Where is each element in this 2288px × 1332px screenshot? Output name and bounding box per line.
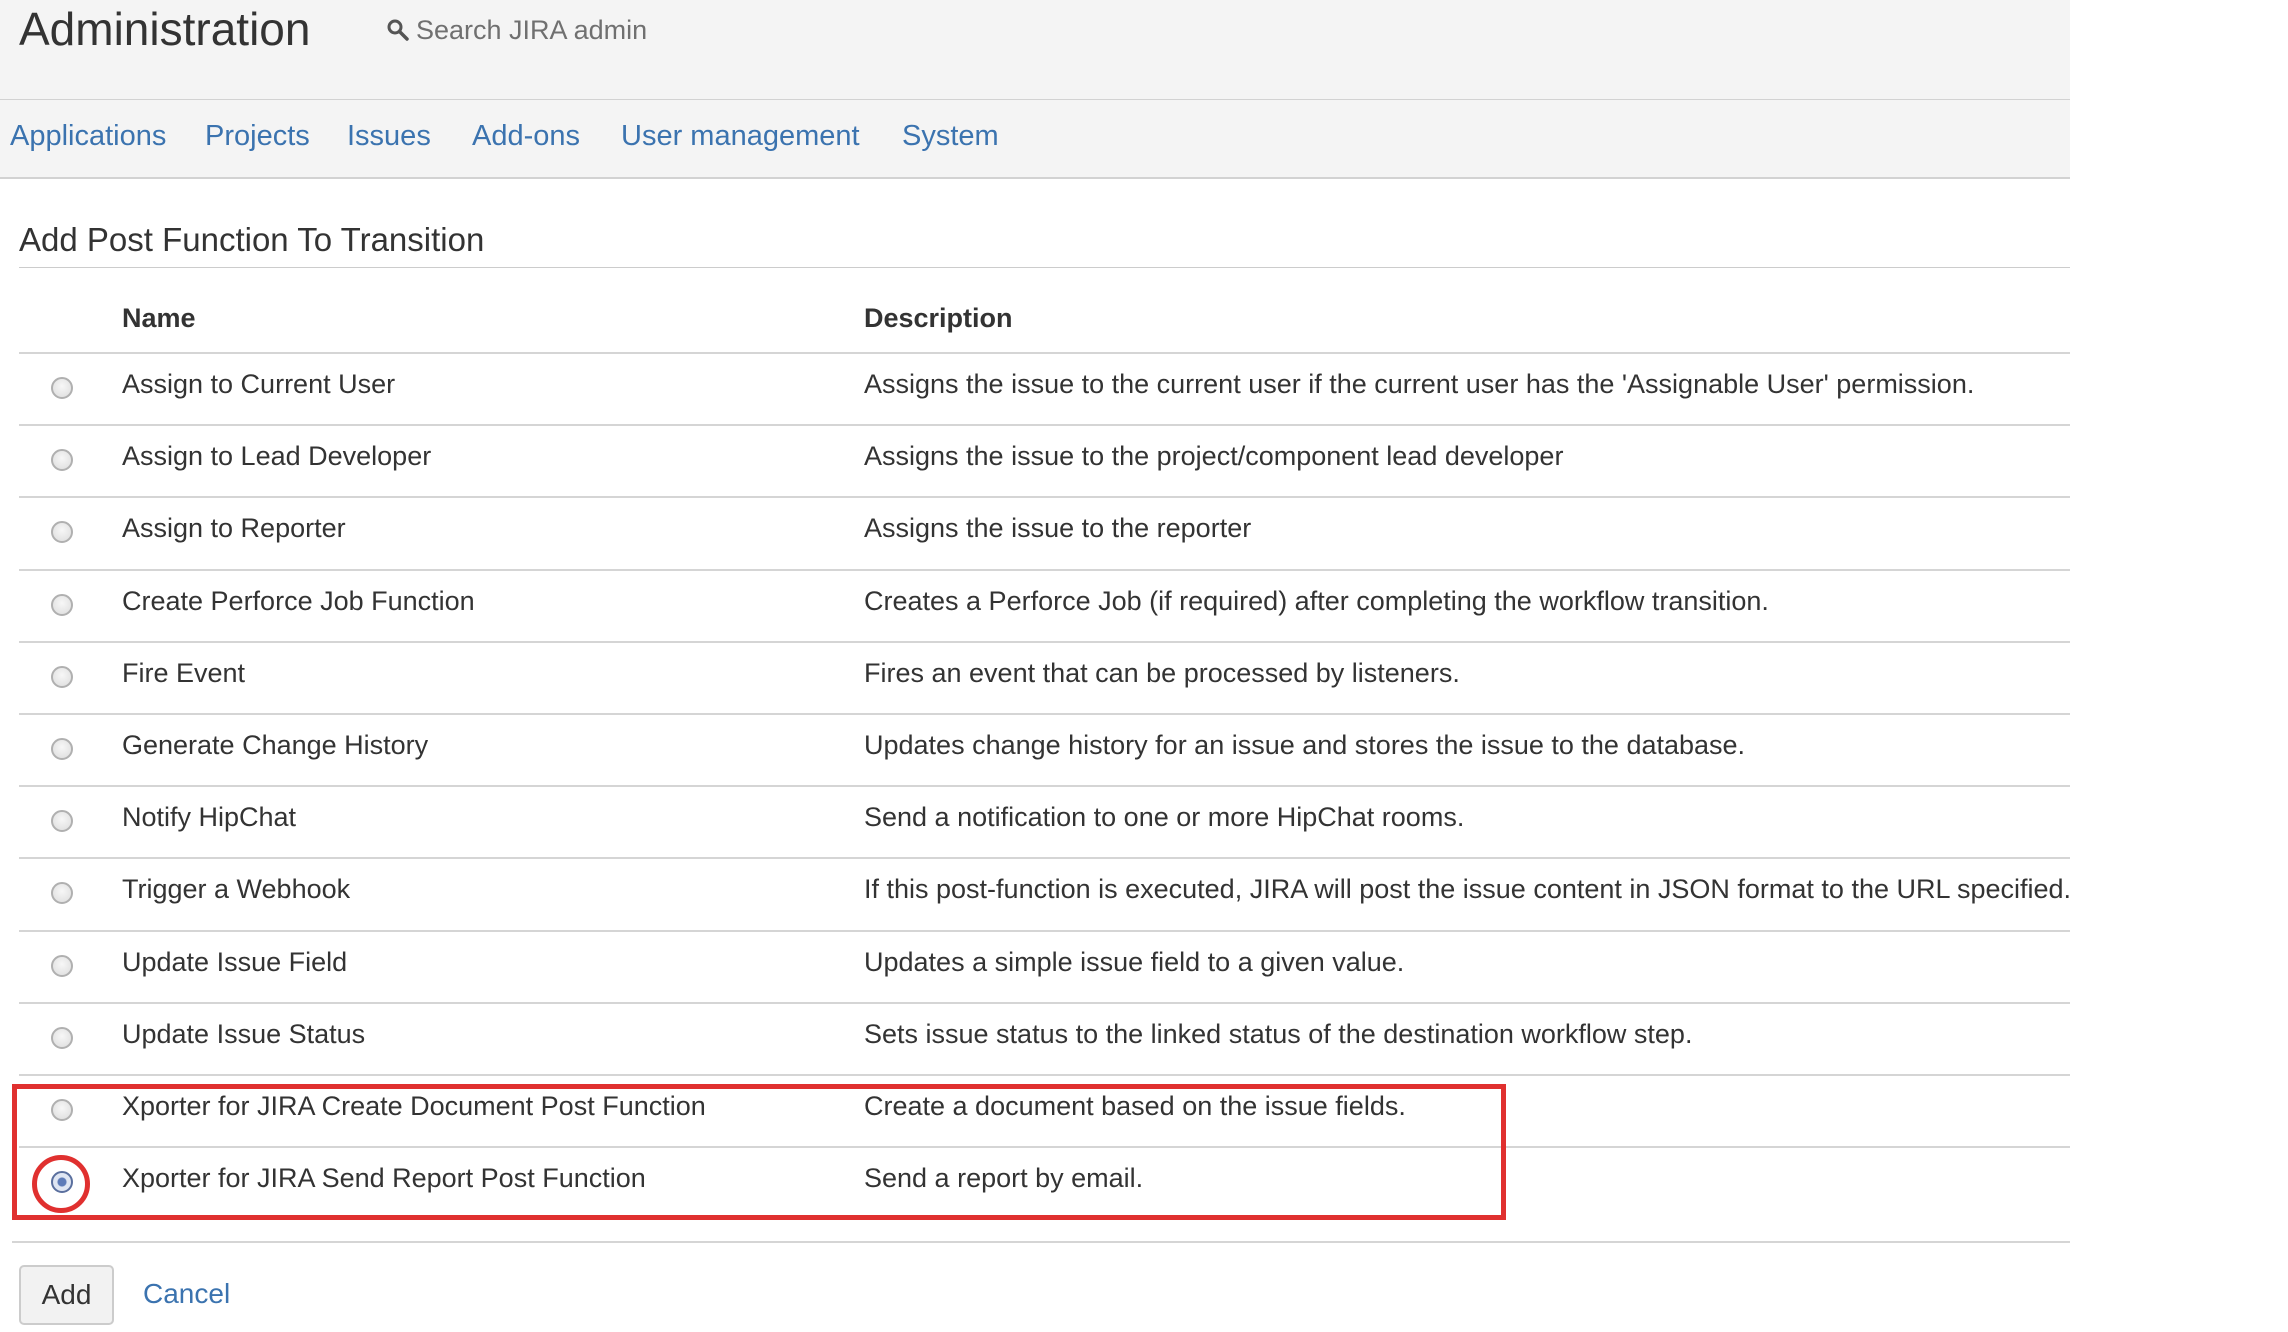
post-function-radio[interactable]: [51, 1099, 73, 1121]
admin-search[interactable]: Search JIRA admin: [386, 10, 647, 50]
table-row[interactable]: Update Issue Field Updates a simple issue…: [19, 930, 2070, 1002]
title-divider: [19, 267, 2070, 268]
post-function-name: Trigger a Webhook: [122, 874, 351, 904]
post-function-name: Assign to Current User: [122, 369, 396, 399]
table-row[interactable]: Create Perforce Job Function Creates a Pe…: [19, 569, 2070, 641]
search-icon: [387, 19, 409, 41]
row-divider: [19, 569, 2070, 571]
table-row[interactable]: Assign to Reporter Assigns the issue to t…: [19, 496, 2070, 568]
post-function-description: Assigns the issue to the current user if…: [864, 369, 1975, 399]
post-function-radio[interactable]: [51, 666, 73, 688]
nav-issues[interactable]: Issues: [347, 120, 431, 153]
post-function-name: Update Issue Field: [122, 947, 348, 977]
post-function-name: Xporter for JIRA Create Document Post Fu…: [122, 1091, 706, 1121]
column-header-name: Name: [122, 303, 196, 333]
column-header-description: Description: [864, 303, 1013, 333]
page-title: Add Post Function To Transition: [19, 221, 485, 258]
admin-title: Administration: [19, 3, 311, 55]
cancel-link[interactable]: Cancel: [143, 1278, 230, 1310]
post-function-radio[interactable]: [51, 955, 73, 977]
nav-applications[interactable]: Applications: [10, 120, 166, 153]
post-function-description: Sets issue status to the linked status o…: [864, 1019, 1693, 1049]
post-function-name: Xporter for JIRA Send Report Post Functi…: [122, 1163, 646, 1193]
row-divider: [19, 1146, 2070, 1148]
post-function-radio[interactable]: [51, 449, 73, 471]
row-divider: [19, 930, 2070, 932]
table-row[interactable]: Xporter for JIRA Create Document Post Fu…: [19, 1074, 2070, 1146]
post-function-name: Generate Change History: [122, 730, 429, 760]
nav-user-management[interactable]: User management: [621, 120, 860, 153]
search-placeholder[interactable]: Search JIRA admin: [416, 15, 647, 46]
post-function-description: Updates a simple issue field to a given …: [864, 947, 1405, 977]
post-function-description: Fires an event that can be processed by …: [864, 658, 1460, 688]
table-row[interactable]: Notify HipChat Send a notification to one…: [19, 785, 2070, 857]
table-row[interactable]: Generate Change History Updates change hi…: [19, 713, 2070, 785]
post-function-name: Create Perforce Job Function: [122, 586, 475, 616]
nav-system[interactable]: System: [902, 120, 999, 153]
post-function-name: Assign to Reporter: [122, 513, 346, 543]
post-function-name: Fire Event: [122, 658, 246, 688]
admin-nav: Applications Projects Issues Add-ons Use…: [0, 100, 2070, 179]
post-function-description: Assigns the issue to the project/compone…: [864, 441, 1564, 471]
row-divider: [19, 785, 2070, 787]
footer-divider: [12, 1241, 2070, 1243]
post-function-radio[interactable]: [51, 1171, 73, 1193]
post-function-description: Updates change history for an issue and …: [864, 730, 1746, 760]
row-divider: [19, 713, 2070, 715]
post-function-description: Send a notification to one or more HipCh…: [864, 802, 1465, 832]
post-function-description: Creates a Perforce Job (if required) aft…: [864, 586, 1769, 616]
post-function-name: Assign to Lead Developer: [122, 441, 432, 471]
row-divider: [19, 1074, 2070, 1076]
post-function-description: Create a document based on the issue fie…: [864, 1091, 1406, 1121]
post-function-description: Send a report by email.: [864, 1163, 1144, 1193]
add-button[interactable]: Add: [19, 1265, 114, 1325]
table-row[interactable]: Fire Event Fires an event that can be pro…: [19, 641, 2070, 713]
post-function-radio[interactable]: [51, 882, 73, 904]
admin-header: Administration Search JIRA admin: [0, 0, 2070, 101]
table-row[interactable]: Assign to Lead Developer Assigns the issu…: [19, 424, 2070, 496]
post-function-radio[interactable]: [51, 377, 73, 399]
table-row[interactable]: Xporter for JIRA Send Report Post Functi…: [19, 1146, 2070, 1218]
post-function-radio[interactable]: [51, 810, 73, 832]
post-function-radio[interactable]: [51, 1027, 73, 1049]
post-function-description: If this post-function is executed, JIRA …: [864, 874, 2072, 904]
row-divider: [19, 641, 2070, 643]
nav-projects[interactable]: Projects: [205, 120, 310, 153]
row-divider: [19, 857, 2070, 859]
table-row[interactable]: Assign to Current User Assigns the issue …: [19, 352, 2070, 424]
table-row[interactable]: Trigger a Webhook If this post-function i…: [19, 857, 2072, 929]
post-function-radio[interactable]: [51, 521, 73, 543]
nav-add-ons[interactable]: Add-ons: [472, 120, 580, 153]
post-function-name: Update Issue Status: [122, 1019, 366, 1049]
row-divider: [19, 424, 2070, 426]
row-divider: [19, 496, 2070, 498]
table-row[interactable]: Update Issue Status Sets issue status to …: [19, 1002, 2070, 1074]
post-function-name: Notify HipChat: [122, 802, 297, 832]
row-divider: [19, 352, 2070, 354]
post-function-description: Assigns the issue to the reporter: [864, 513, 1252, 543]
post-function-radio[interactable]: [51, 738, 73, 760]
row-divider: [19, 1002, 2070, 1004]
post-function-radio[interactable]: [51, 594, 73, 616]
